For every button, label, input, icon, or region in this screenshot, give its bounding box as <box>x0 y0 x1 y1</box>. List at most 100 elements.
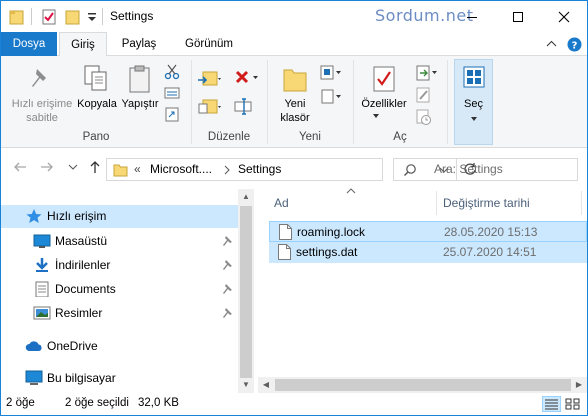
details-view-button[interactable] <box>542 396 561 412</box>
scroll-thumb[interactable] <box>240 206 252 378</box>
folder-icon[interactable] <box>9 8 25 26</box>
close-button[interactable] <box>541 1 587 32</box>
column-divider[interactable] <box>581 191 582 215</box>
search-icon <box>404 164 416 176</box>
pin-icon[interactable] <box>223 283 233 295</box>
properties-quick-icon[interactable] <box>41 8 57 26</box>
copy-icon[interactable] <box>82 64 110 94</box>
minimize-icon <box>467 16 477 18</box>
nav-label-desktop: Masaüstü <box>55 234 108 248</box>
breadcrumb-chevron-icon[interactable] <box>222 164 232 176</box>
nav-item-downloads[interactable]: İndirilenler <box>1 254 238 277</box>
title-bar: Settings Sordum.net <box>1 1 587 32</box>
nav-item-this-pc[interactable]: Bu bilgisayar <box>1 367 238 390</box>
select-button[interactable]: Seç <box>454 59 493 145</box>
new-folder-button[interactable]: Yeni <box>271 98 319 111</box>
group-organize: Düzenle <box>207 131 251 143</box>
recent-locations-button[interactable] <box>64 159 82 177</box>
search-box[interactable]: Ara: Settings <box>393 158 578 181</box>
nav-item-pictures[interactable]: Resimler <box>1 302 238 325</box>
new-folder-icon[interactable] <box>282 64 308 94</box>
titlebar-divider <box>31 8 32 25</box>
tab-home[interactable]: Giriş <box>59 32 107 57</box>
forward-button[interactable] <box>38 159 56 177</box>
scroll-down-arrow-icon[interactable]: ▼ <box>238 377 254 393</box>
cloud-icon <box>25 341 42 351</box>
nav-item-documents[interactable]: Documents <box>1 278 238 301</box>
minimize-button[interactable] <box>449 1 495 32</box>
tab-share[interactable]: Paylaş <box>114 32 164 56</box>
properties-icon[interactable] <box>371 64 397 94</box>
scroll-up-arrow-icon[interactable]: ▲ <box>238 189 254 205</box>
collapse-ribbon-icon[interactable] <box>546 39 557 50</box>
pin-icon[interactable] <box>223 307 233 319</box>
group-separator <box>447 60 448 144</box>
pin-icon[interactable] <box>223 259 233 271</box>
pin-icon[interactable] <box>223 235 233 247</box>
copy-to-icon[interactable] <box>197 96 223 118</box>
scroll-right-arrow-icon[interactable]: ▶ <box>571 377 587 393</box>
new-folder-button-2[interactable]: klasör <box>271 112 319 125</box>
customize-toolbar-icon[interactable] <box>86 8 98 26</box>
nav-scrollbar[interactable]: ▲ ▼ <box>238 189 254 393</box>
file-date: 28.05.2020 15:13 <box>444 225 538 239</box>
picture-icon <box>33 306 51 320</box>
navigation-row: « Microsoft.... Settings Ara: Settings <box>1 149 587 189</box>
pin-quick-access-label-2[interactable]: sabitle <box>3 112 81 125</box>
nav-item-quick-access[interactable]: Hızlı erişim <box>1 205 238 228</box>
new-item-icon[interactable] <box>319 64 343 82</box>
pin-quick-access-label[interactable]: Hızlı erişime <box>3 98 81 111</box>
large-icons-view-button[interactable] <box>563 396 582 412</box>
history-icon[interactable] <box>415 108 433 126</box>
paste-icon[interactable] <box>128 64 152 94</box>
desktop-icon <box>33 234 51 248</box>
edit-icon[interactable] <box>415 86 433 104</box>
pin-icon[interactable] <box>28 65 54 93</box>
rename-icon[interactable] <box>233 96 255 118</box>
back-button[interactable] <box>11 159 29 177</box>
tab-view[interactable]: Görünüm <box>174 32 244 56</box>
file-name: settings.dat <box>296 245 358 259</box>
scroll-thumb[interactable] <box>275 379 571 391</box>
table-row[interactable]: roaming.lock 28.05.2020 15:13 <box>269 221 587 242</box>
cut-icon[interactable] <box>164 64 180 80</box>
easy-access-icon[interactable] <box>319 88 343 106</box>
paste-button[interactable]: Yapıştır <box>118 98 162 111</box>
selection-size: 32,0 KB <box>138 397 179 409</box>
move-to-icon[interactable] <box>197 68 223 90</box>
column-header-name[interactable]: Ad <box>274 189 289 217</box>
column-header-modified[interactable]: Değiştirme tarihi <box>443 189 530 217</box>
new-folder-quick-icon[interactable] <box>65 8 81 26</box>
nav-label-documents: Documents <box>55 282 116 296</box>
nav-item-desktop[interactable]: Masaüstü <box>1 230 238 253</box>
ribbon: Hızlı erişime sabitle Kopyala Yapıştır P… <box>1 56 587 148</box>
horizontal-scrollbar[interactable]: ◀ ▶ <box>258 377 587 393</box>
nav-label-downloads: İndirilenler <box>55 258 111 272</box>
delete-icon[interactable] <box>233 68 261 90</box>
up-button[interactable] <box>86 159 104 177</box>
maximize-icon <box>513 11 523 22</box>
nav-item-onedrive[interactable]: OneDrive <box>1 335 238 358</box>
breadcrumb-overflow[interactable]: « <box>134 162 141 176</box>
tab-file[interactable]: Dosya <box>1 32 57 56</box>
breadcrumb-settings[interactable]: Settings <box>238 162 281 176</box>
file-date: 25.07.2020 14:51 <box>443 245 537 259</box>
status-bar: 2 öğe 2 öğe seçildi 32,0 KB <box>1 393 587 415</box>
properties-button[interactable]: Özellikler <box>356 98 412 111</box>
maximize-button[interactable] <box>495 1 541 32</box>
column-divider[interactable] <box>436 191 437 215</box>
paste-shortcut-icon[interactable] <box>164 106 180 122</box>
open-icon[interactable] <box>415 64 439 82</box>
details-view-icon <box>545 399 558 410</box>
copy-path-icon[interactable] <box>164 86 180 100</box>
help-icon[interactable]: ? <box>567 37 582 52</box>
address-bar[interactable]: « Microsoft.... Settings <box>106 158 476 181</box>
copy-button[interactable]: Kopyala <box>75 98 119 111</box>
properties-dropdown-icon[interactable] <box>369 111 383 121</box>
file-name: roaming.lock <box>297 225 366 239</box>
table-row[interactable]: settings.dat 25.07.2020 14:51 <box>269 242 587 263</box>
explorer-window: Settings Sordum.net Dosya Giriş Paylaş G… <box>0 0 588 416</box>
scroll-left-arrow-icon[interactable]: ◀ <box>258 377 274 393</box>
up-arrow-icon <box>90 161 100 173</box>
breadcrumb-microsoft[interactable]: Microsoft.... <box>150 162 212 176</box>
